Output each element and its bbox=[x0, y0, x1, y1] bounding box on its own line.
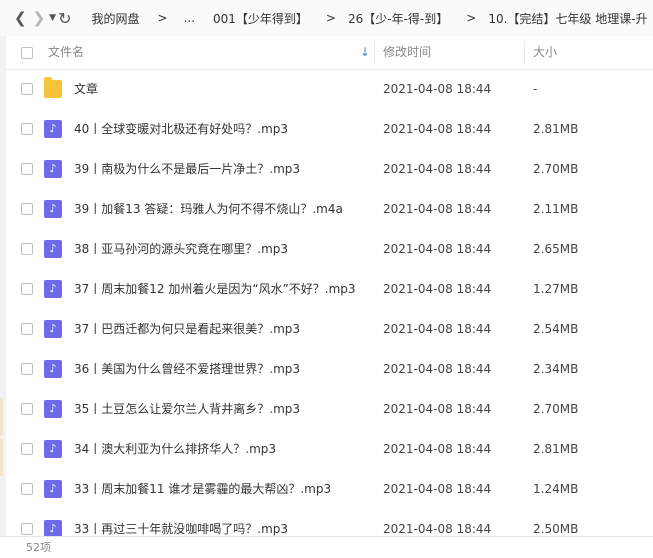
audio-file-icon: ♪ bbox=[44, 440, 62, 458]
status-bar: 52项 bbox=[0, 536, 653, 558]
audio-file-icon: ♪ bbox=[44, 320, 62, 338]
column-header-size[interactable]: 大小 bbox=[533, 36, 557, 69]
refresh-icon[interactable]: ↻ bbox=[58, 0, 71, 36]
file-size: 2.81MB bbox=[533, 442, 579, 456]
file-row-folder[interactable]: 文章 2021-04-08 18:44 - bbox=[6, 69, 653, 109]
file-modified: 2021-04-08 18:44 bbox=[383, 242, 492, 256]
file-row[interactable]: ♪ 39丨南极为什么不是最后一片净土？.mp3 2021-04-08 18:44… bbox=[6, 149, 653, 189]
file-name[interactable]: 39丨加餐13 答疑：玛雅人为何不得不烧山？.m4a bbox=[74, 189, 343, 229]
file-modified: 2021-04-08 18:44 bbox=[383, 122, 492, 136]
back-icon[interactable]: ❮ bbox=[14, 0, 27, 36]
row-checkbox[interactable] bbox=[21, 243, 33, 255]
audio-file-icon: ♪ bbox=[44, 200, 62, 218]
column-header-modified[interactable]: 修改时间 bbox=[383, 36, 431, 69]
row-checkbox[interactable] bbox=[21, 283, 33, 295]
audio-file-icon: ♪ bbox=[44, 240, 62, 258]
file-size: 1.27MB bbox=[533, 282, 579, 296]
file-size: 2.54MB bbox=[533, 322, 579, 336]
audio-file-icon: ♪ bbox=[44, 280, 62, 298]
row-checkbox[interactable] bbox=[21, 203, 33, 215]
file-size: 2.81MB bbox=[533, 122, 579, 136]
file-modified: 2021-04-08 18:44 bbox=[383, 162, 492, 176]
audio-file-icon: ♪ bbox=[44, 160, 62, 178]
breadcrumb-level-1[interactable]: 001【少年得到】 bbox=[213, 10, 308, 27]
breadcrumb-ellipsis[interactable]: ... bbox=[184, 11, 195, 25]
row-checkbox[interactable] bbox=[21, 403, 33, 415]
forward-icon[interactable]: ❯ bbox=[33, 0, 46, 36]
file-name[interactable]: 34丨澳大利亚为什么排挤华人？.mp3 bbox=[74, 429, 276, 469]
file-row[interactable]: ♪ 33丨周末加餐11 谁才是雾霾的最大帮凶？.mp3 2021-04-08 1… bbox=[6, 469, 653, 509]
item-count: 52项 bbox=[26, 541, 51, 554]
breadcrumb-separator: > bbox=[325, 11, 336, 25]
row-checkbox[interactable] bbox=[21, 523, 33, 535]
breadcrumb-root[interactable]: 我的网盘 bbox=[91, 10, 139, 27]
file-name[interactable]: 文章 bbox=[74, 69, 98, 109]
file-row[interactable]: ♪ 37丨周末加餐12 加州着火是因为“风水”不好？.mp3 2021-04-0… bbox=[6, 269, 653, 309]
caret-down-icon[interactable]: ▼ bbox=[49, 0, 56, 36]
row-checkbox[interactable] bbox=[21, 443, 33, 455]
file-name[interactable]: 36丨美国为什么曾经不爱搭理世界？.mp3 bbox=[74, 349, 300, 389]
file-name[interactable]: 35丨土豆怎么让爱尔兰人背井离乡？.mp3 bbox=[74, 389, 300, 429]
file-size: 2.70MB bbox=[533, 402, 579, 416]
file-row[interactable]: ♪ 35丨土豆怎么让爱尔兰人背井离乡？.mp3 2021-04-08 18:44… bbox=[6, 389, 653, 429]
row-checkbox[interactable] bbox=[21, 483, 33, 495]
file-row[interactable]: ♪ 38丨亚马孙河的源头究竟在哪里？.mp3 2021-04-08 18:44 … bbox=[6, 229, 653, 269]
left-accent-marker bbox=[0, 398, 3, 436]
file-modified: 2021-04-08 18:44 bbox=[383, 442, 492, 456]
audio-file-icon: ♪ bbox=[44, 400, 62, 418]
file-size: 2.70MB bbox=[533, 162, 579, 176]
file-row[interactable]: ♪ 36丨美国为什么曾经不爱搭理世界？.mp3 2021-04-08 18:44… bbox=[6, 349, 653, 389]
file-modified: 2021-04-08 18:44 bbox=[383, 362, 492, 376]
audio-file-icon: ♪ bbox=[44, 480, 62, 498]
audio-file-icon: ♪ bbox=[44, 120, 62, 138]
file-size: 2.11MB bbox=[533, 202, 579, 216]
sort-down-icon[interactable]: ↓ bbox=[360, 36, 370, 69]
file-name[interactable]: 37丨巴西迁都为何只是看起来很美？.mp3 bbox=[74, 309, 300, 349]
file-size: 1.24MB bbox=[533, 482, 579, 496]
file-modified: 2021-04-08 18:44 bbox=[383, 402, 492, 416]
row-checkbox[interactable] bbox=[21, 163, 33, 175]
file-name[interactable]: 40丨全球变暖对北极还有好处吗？.mp3 bbox=[74, 109, 288, 149]
folder-icon bbox=[44, 77, 62, 98]
audio-file-icon: ♪ bbox=[44, 360, 62, 378]
file-row[interactable]: ♪ 34丨澳大利亚为什么排挤华人？.mp3 2021-04-08 18:44 2… bbox=[6, 429, 653, 469]
file-name[interactable]: 37丨周末加餐12 加州着火是因为“风水”不好？.mp3 bbox=[74, 269, 356, 309]
select-all-checkbox[interactable] bbox=[21, 47, 33, 59]
toolbar: ❮ ❯ ▼ ↻ 我的网盘 > ... 001【少年得到】 > 26【少-年-得-… bbox=[0, 0, 653, 37]
file-row[interactable]: ♪ 40丨全球变暖对北极还有好处吗？.mp3 2021-04-08 18:44 … bbox=[6, 109, 653, 149]
file-modified: 2021-04-08 18:44 bbox=[383, 482, 492, 496]
file-modified: 2021-04-08 18:44 bbox=[383, 82, 492, 96]
breadcrumb-separator: > bbox=[466, 11, 477, 25]
file-modified: 2021-04-08 18:44 bbox=[383, 322, 492, 336]
breadcrumb-level-2[interactable]: 26【少-年-得-到】 bbox=[348, 10, 448, 27]
file-size: 2.65MB bbox=[533, 242, 579, 256]
row-checkbox[interactable] bbox=[21, 123, 33, 135]
breadcrumb-separator: > bbox=[157, 11, 168, 25]
file-list-header: 文件名 ↓ 修改时间 大小 bbox=[6, 36, 653, 70]
breadcrumb-current[interactable]: 10.【完结】七年级 地理课-升 bbox=[488, 10, 647, 27]
row-checkbox[interactable] bbox=[21, 83, 33, 95]
file-name[interactable]: 39丨南极为什么不是最后一片净土？.mp3 bbox=[74, 149, 300, 189]
file-row[interactable]: ♪ 39丨加餐13 答疑：玛雅人为何不得不烧山？.m4a 2021-04-08 … bbox=[6, 189, 653, 229]
file-size: - bbox=[533, 82, 538, 96]
column-header-name[interactable]: 文件名 bbox=[48, 36, 84, 69]
column-divider bbox=[374, 42, 375, 64]
file-modified: 2021-04-08 18:44 bbox=[383, 282, 492, 296]
row-checkbox[interactable] bbox=[21, 363, 33, 375]
file-name[interactable]: 33丨周末加餐11 谁才是雾霾的最大帮凶？.mp3 bbox=[74, 469, 331, 509]
file-name[interactable]: 38丨亚马孙河的源头究竟在哪里？.mp3 bbox=[74, 229, 288, 269]
row-checkbox[interactable] bbox=[21, 323, 33, 335]
file-size: 2.34MB bbox=[533, 362, 579, 376]
file-row[interactable]: ♪ 37丨巴西迁都为何只是看起来很美？.mp3 2021-04-08 18:44… bbox=[6, 309, 653, 349]
file-modified: 2021-04-08 18:44 bbox=[383, 202, 492, 216]
left-accent-marker bbox=[0, 438, 3, 476]
column-divider bbox=[524, 42, 525, 64]
